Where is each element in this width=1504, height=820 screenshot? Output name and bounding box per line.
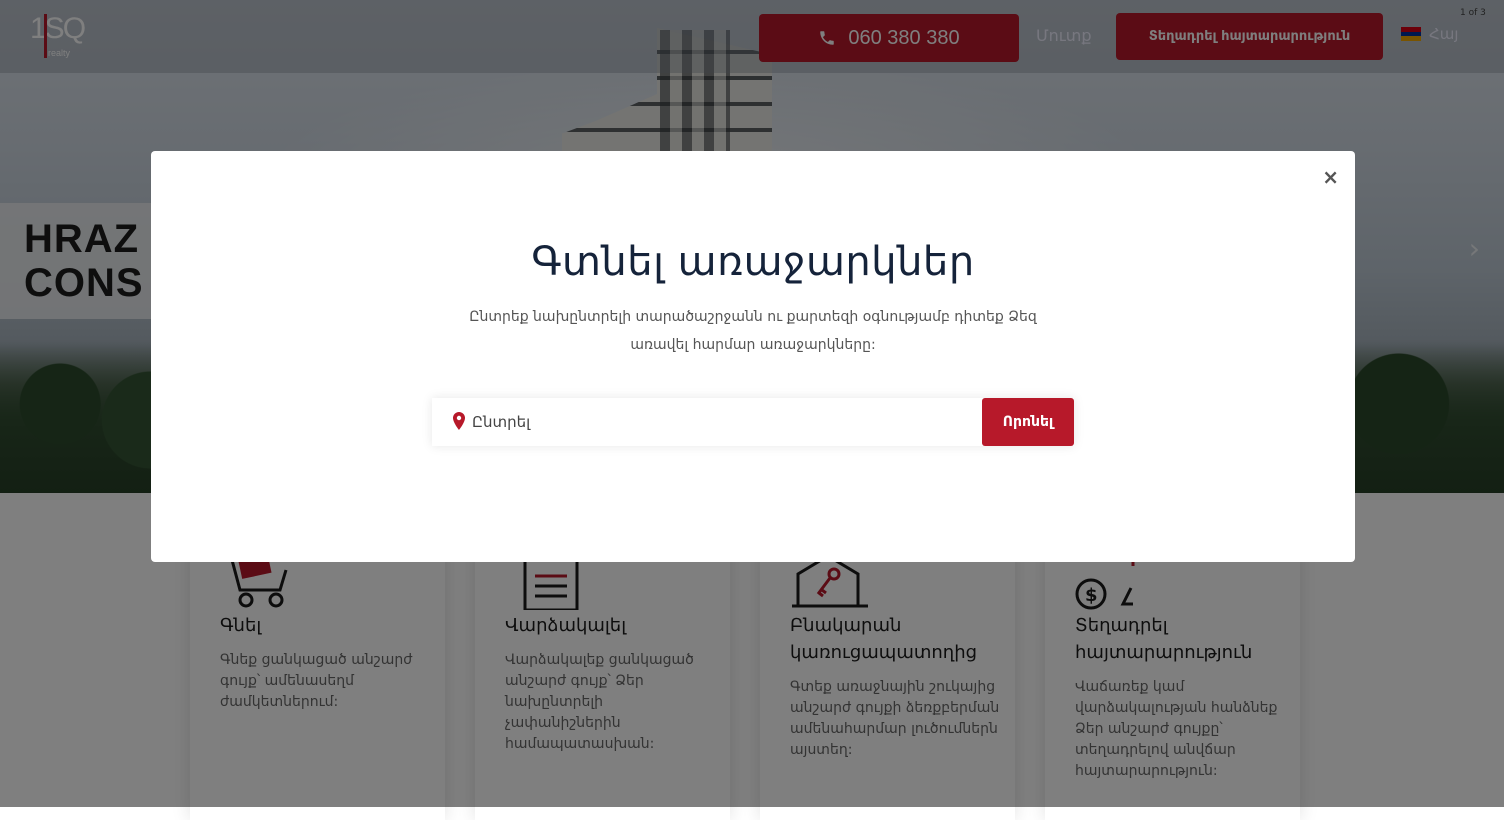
search-button[interactable]: Որոնել <box>982 398 1074 446</box>
region-select-input[interactable] <box>472 398 972 446</box>
region-search-bar: Որոնել <box>432 398 1074 446</box>
modal-title: Գտնել առաջարկներ <box>531 239 975 285</box>
modal-description: Ընտրեք նախընտրելի տարածաշրջանն ու քարտեզ… <box>469 309 1037 353</box>
close-icon[interactable]: × <box>1322 165 1339 189</box>
find-offers-modal: × Գտնել առաջարկներ Ընտրեք նախընտրելի տար… <box>151 151 1355 562</box>
map-pin-icon <box>453 412 465 430</box>
